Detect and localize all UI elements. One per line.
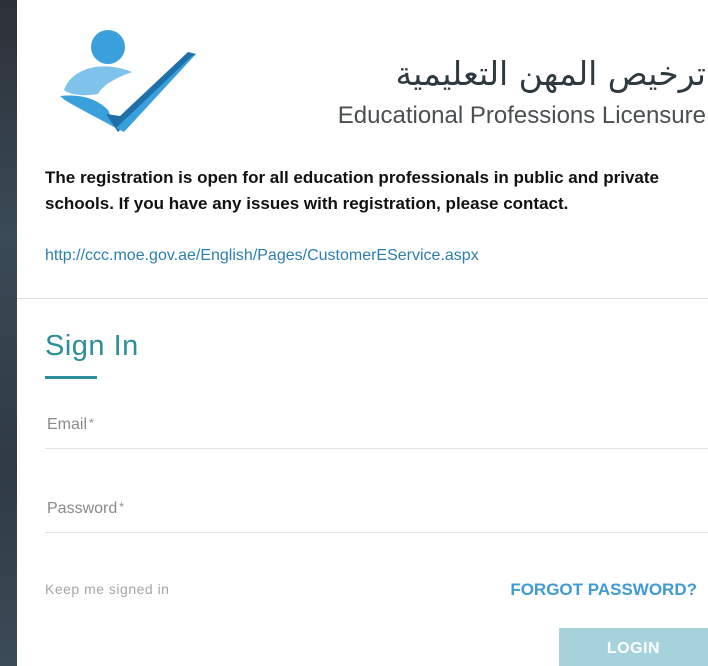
person-checkmark-logo-icon [60,30,196,132]
brand-english-name: Educational Professions Licensure [337,102,706,129]
brand-header: ترخيص المهن التعليمية Educational Profes… [46,28,706,138]
login-panel: ترخيص المهن التعليمية Educational Profes… [17,0,708,666]
sign-in-title-underline [45,376,97,379]
password-input[interactable] [45,488,708,532]
keep-signed-in-option[interactable]: Keep me signed in [45,581,169,597]
brand-arabic-name: ترخيص المهن التعليمية [395,54,706,93]
forgot-password-link[interactable]: FORGOT PASSWORD? [510,580,697,600]
email-field[interactable]: Email * [45,404,708,449]
customer-service-link[interactable]: http://ccc.moe.gov.ae/English/Pages/Cust… [45,247,479,265]
background-strip [0,0,17,666]
login-button[interactable]: LOGIN [559,628,708,666]
registration-notice: The registration is open for all educati… [45,168,659,213]
email-input[interactable] [45,404,708,448]
password-field[interactable]: Password * [45,488,708,533]
sign-in-title: Sign In [45,330,139,362]
section-divider [17,298,708,299]
page: ترخيص المهن التعليمية Educational Profes… [0,0,708,666]
